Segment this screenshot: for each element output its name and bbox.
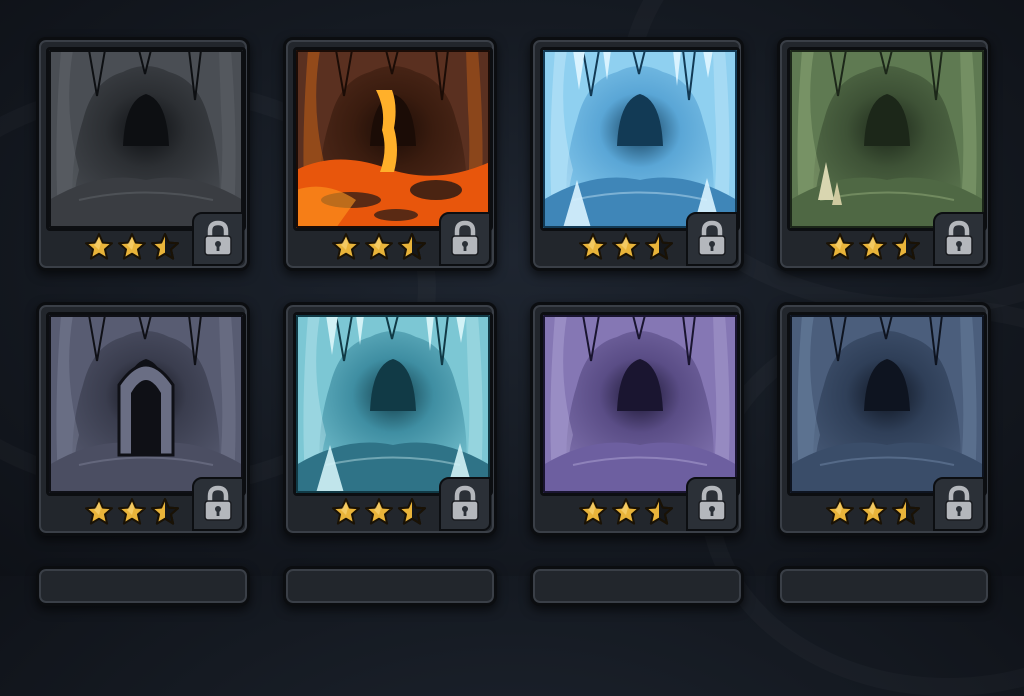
star-rating [84,497,180,527]
level-card-deep-cave[interactable] [777,302,991,536]
star-icon [858,497,888,527]
lock-icon [686,212,738,266]
star-half-icon [150,497,180,527]
star-half-icon [891,232,921,262]
level-card-frost-cave[interactable] [283,302,497,536]
level-thumbnail-deep-cave [787,312,987,496]
star-icon [84,232,114,262]
level-card-next-row[interactable] [777,566,991,606]
star-icon [364,232,394,262]
level-footer [787,477,985,531]
star-half-icon [644,497,674,527]
star-icon [117,497,147,527]
lock-icon [933,477,985,531]
star-rating [578,232,674,262]
level-card-next-row[interactable] [36,566,250,606]
level-thumbnail-ice-cave [540,47,740,231]
star-icon [331,232,361,262]
star-half-icon [397,497,427,527]
star-rating [578,497,674,527]
star-icon [578,232,608,262]
star-rating [825,497,921,527]
lock-icon [192,477,244,531]
star-icon [825,232,855,262]
level-card-next-row[interactable] [283,566,497,606]
level-thumbnail-lava-cave [293,47,493,231]
level-card-moss-cave[interactable] [777,37,991,271]
star-icon [611,497,641,527]
star-icon [825,497,855,527]
level-thumbnail-stone-cave [46,47,246,231]
star-icon [858,232,888,262]
star-half-icon [150,232,180,262]
star-icon [331,497,361,527]
lock-icon [439,477,491,531]
level-footer [540,477,738,531]
star-icon [117,232,147,262]
level-card-ice-cave[interactable] [530,37,744,271]
level-card-violet-cave[interactable] [530,302,744,536]
star-icon [84,497,114,527]
level-footer [787,212,985,266]
level-footer [46,212,244,266]
level-thumbnail-violet-cave [540,312,740,496]
star-rating [331,497,427,527]
star-half-icon [644,232,674,262]
level-thumbnail-moss-cave [787,47,987,231]
level-footer [293,477,491,531]
lock-icon [439,212,491,266]
star-half-icon [397,232,427,262]
level-card-lava-cave[interactable] [283,37,497,271]
level-card-next-row[interactable] [530,566,744,606]
lock-icon [686,477,738,531]
lock-icon [933,212,985,266]
level-grid [0,0,1024,606]
level-footer [46,477,244,531]
star-icon [364,497,394,527]
level-thumbnail-frost-cave [293,312,493,496]
level-thumbnail-gate-cave [46,312,246,496]
star-rating [84,232,180,262]
level-footer [540,212,738,266]
lock-icon [192,212,244,266]
star-rating [331,232,427,262]
level-card-gate-cave[interactable] [36,302,250,536]
level-footer [293,212,491,266]
star-icon [578,497,608,527]
star-half-icon [891,497,921,527]
star-icon [611,232,641,262]
level-card-stone-cave[interactable] [36,37,250,271]
star-rating [825,232,921,262]
